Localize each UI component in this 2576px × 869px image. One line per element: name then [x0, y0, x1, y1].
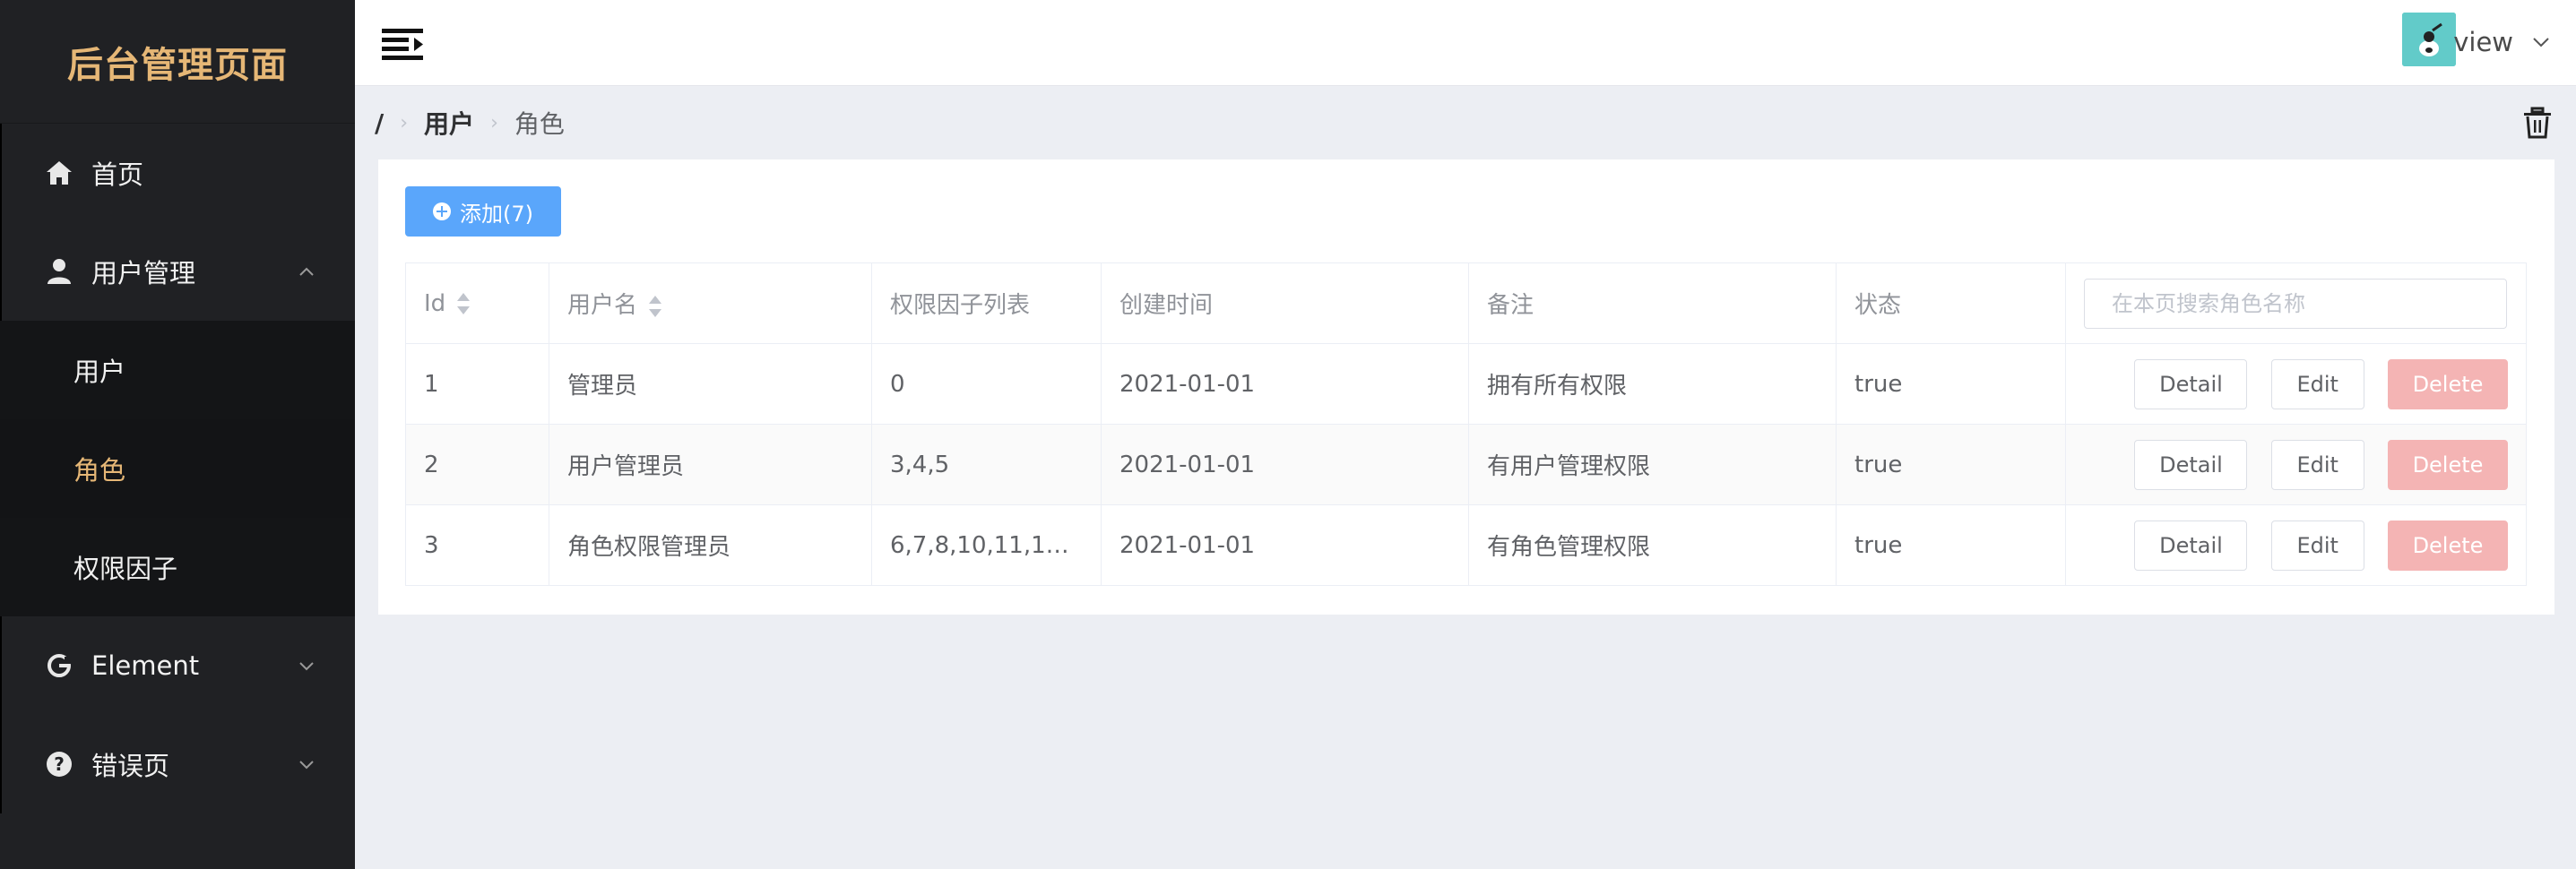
search-input[interactable]	[2084, 278, 2507, 329]
table-header-row: Id 用户名 权限因子列表 创建时间 备注 状态	[405, 262, 2527, 344]
column-header-username[interactable]: 用户名	[549, 262, 872, 344]
cell-username: 管理员	[549, 343, 872, 425]
sidebar-item-users[interactable]: 用户	[0, 321, 355, 419]
cell-created: 2021-01-01	[1101, 504, 1469, 586]
delete-button[interactable]: Delete	[2388, 358, 2508, 409]
edit-button[interactable]: Edit	[2270, 358, 2364, 409]
column-header-search	[2065, 262, 2527, 344]
sidebar-item-label: 用户管理	[91, 258, 196, 288]
help-icon: ?	[45, 750, 73, 779]
cell-permissions: 0	[871, 343, 1102, 425]
column-header-label: Id	[424, 289, 446, 317]
sidebar-item-element[interactable]: Element	[0, 616, 355, 715]
column-header-status: 状态	[1836, 262, 2066, 344]
trash-icon[interactable]	[2522, 107, 2553, 139]
top-header: view	[355, 0, 2576, 86]
cell-username: 角色权限管理员	[549, 504, 872, 586]
cell-permissions: 3,4,5	[871, 424, 1102, 505]
home-icon	[45, 159, 73, 187]
cell-status: true	[1836, 504, 2066, 586]
table-row: 1 管理员 0 2021-01-01 拥有所有权限 true Detail Ed…	[405, 343, 2527, 425]
delete-button[interactable]: Delete	[2388, 439, 2508, 490]
cell-actions: Detail Edit Delete	[2065, 424, 2527, 505]
sidebar-item-home[interactable]: 首页	[0, 124, 355, 222]
cell-permissions: 6,7,8,10,11,12,13,1...	[871, 504, 1102, 586]
chevron-down-icon	[299, 761, 314, 770]
add-button[interactable]: 添加(7)	[405, 186, 561, 237]
sidebar-item-label: Element	[91, 650, 200, 681]
menu-toggle-icon[interactable]	[380, 25, 427, 66]
cell-remark: 拥有所有权限	[1468, 343, 1837, 425]
add-button-label: 添加(7)	[460, 201, 533, 227]
detail-button[interactable]: Detail	[2134, 439, 2248, 490]
plus-circle-icon	[433, 202, 451, 220]
chevron-up-icon	[299, 267, 314, 276]
cell-id: 3	[405, 504, 549, 586]
sidebar-item-label: 角色	[73, 455, 126, 486]
table-row: 3 角色权限管理员 6,7,8,10,11,12,13,1... 2021-01…	[405, 504, 2527, 586]
sidebar-item-error-pages[interactable]: ? 错误页	[0, 715, 355, 813]
detail-button[interactable]: Detail	[2134, 358, 2248, 409]
sidebar: 后台管理页面 首页 用户管理 用户 角色 权限因子 Element ? 错误页	[0, 0, 355, 869]
breadcrumb: / › 用户 › 角色	[355, 87, 2576, 159]
column-header-label: 用户名	[567, 292, 638, 319]
sort-icon[interactable]	[646, 295, 664, 318]
cell-actions: Detail Edit Delete	[2065, 343, 2527, 425]
delete-button[interactable]: Delete	[2388, 520, 2508, 571]
sidebar-item-label: 错误页	[91, 751, 170, 781]
detail-button[interactable]: Detail	[2134, 520, 2248, 571]
column-header-permissions: 权限因子列表	[871, 262, 1102, 344]
sidebar-item-label: 权限因子	[73, 554, 178, 584]
cell-actions: Detail Edit Delete	[2065, 504, 2527, 586]
cell-status: true	[1836, 424, 2066, 505]
column-header-created: 创建时间	[1101, 262, 1469, 344]
chevron-right-icon: ›	[490, 111, 498, 134]
element-icon	[45, 651, 73, 680]
sidebar-item-label: 用户	[73, 357, 126, 387]
roles-table: Id 用户名 权限因子列表 创建时间 备注 状态 1 管理员 0 2021-01…	[405, 262, 2527, 586]
cell-status: true	[1836, 343, 2066, 425]
svg-text:?: ?	[54, 753, 65, 775]
breadcrumb-root[interactable]: /	[375, 108, 384, 138]
sidebar-menu: 首页 用户管理 用户 角色 权限因子 Element ? 错误页	[0, 124, 355, 813]
cell-created: 2021-01-01	[1101, 343, 1469, 425]
chevron-down-icon[interactable]	[2531, 32, 2551, 52]
cell-created: 2021-01-01	[1101, 424, 1469, 505]
sidebar-item-label: 首页	[91, 159, 144, 190]
user-icon	[45, 257, 73, 286]
sort-icon[interactable]	[454, 292, 472, 315]
chevron-down-icon	[299, 662, 314, 671]
chevron-right-icon: ›	[400, 111, 409, 134]
column-header-remark: 备注	[1468, 262, 1837, 344]
avatar[interactable]	[2402, 13, 2456, 66]
sidebar-item-roles[interactable]: 角色	[0, 419, 355, 518]
edit-button[interactable]: Edit	[2270, 439, 2364, 490]
main-card: 添加(7) Id 用户名 权限因子列表 创建时间 备注 状态 1	[378, 159, 2554, 615]
edit-button[interactable]: Edit	[2270, 520, 2364, 571]
cell-id: 2	[405, 424, 549, 505]
cell-id: 1	[405, 343, 549, 425]
brand-title: 后台管理页面	[0, 0, 355, 124]
breadcrumb-users[interactable]: 用户	[424, 105, 474, 141]
cell-remark: 有角色管理权限	[1468, 504, 1837, 586]
cell-username: 用户管理员	[549, 424, 872, 505]
table-row: 2 用户管理员 3,4,5 2021-01-01 有用户管理权限 true De…	[405, 424, 2527, 505]
sidebar-item-user-management[interactable]: 用户管理	[0, 222, 355, 321]
column-header-id[interactable]: Id	[405, 262, 549, 344]
breadcrumb-roles: 角色	[514, 109, 565, 139]
user-name[interactable]: view	[2453, 27, 2513, 57]
sidebar-item-permissions[interactable]: 权限因子	[0, 518, 355, 616]
cell-remark: 有用户管理权限	[1468, 424, 1837, 505]
